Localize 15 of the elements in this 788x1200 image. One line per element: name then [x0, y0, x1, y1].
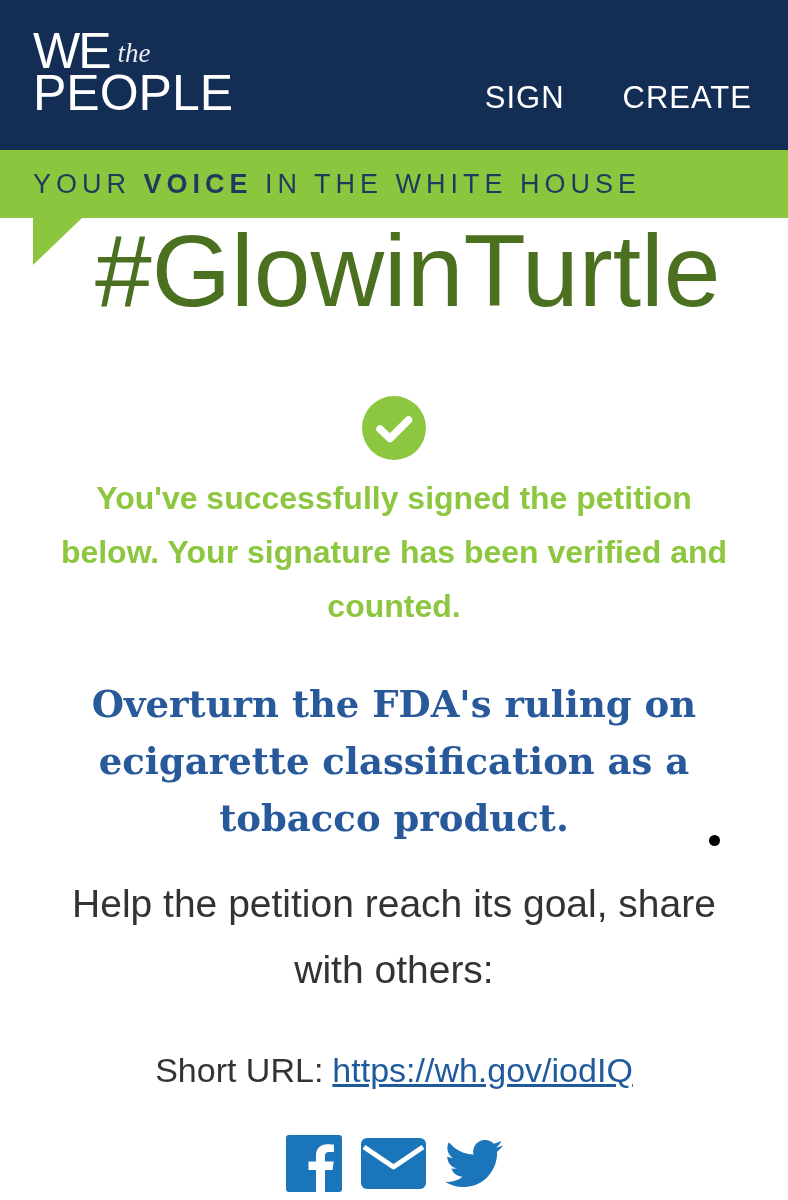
tagline: YOUR VOICE IN THE WHITE HOUSE [33, 168, 642, 200]
short-url-label: Short URL: [155, 1050, 324, 1090]
logo[interactable]: WE the PEOPLE [33, 30, 234, 114]
twitter-icon[interactable] [444, 1140, 503, 1187]
dot-icon [709, 835, 720, 846]
petition-title: Overturn the FDA's ruling on ecigarette classification as a tobacco product. [90, 681, 698, 842]
nav-link[interactable]: SIGN [484, 82, 565, 113]
check-icon [362, 396, 426, 460]
share-prompt: Help the petition reach its goal, share with others: [71, 881, 717, 993]
short-url-link[interactable]: https://wh.gov/iodIQ [332, 1050, 633, 1090]
facebook-icon[interactable] [285, 1135, 342, 1192]
success-message: You've successfully signed the petition below. Your signature has been verified and counted. [59, 479, 729, 626]
envelope-icon[interactable] [360, 1138, 426, 1189]
nav-link[interactable]: CREATE [622, 82, 752, 113]
handwritten-text: #GlowinTurtle [95, 220, 721, 322]
